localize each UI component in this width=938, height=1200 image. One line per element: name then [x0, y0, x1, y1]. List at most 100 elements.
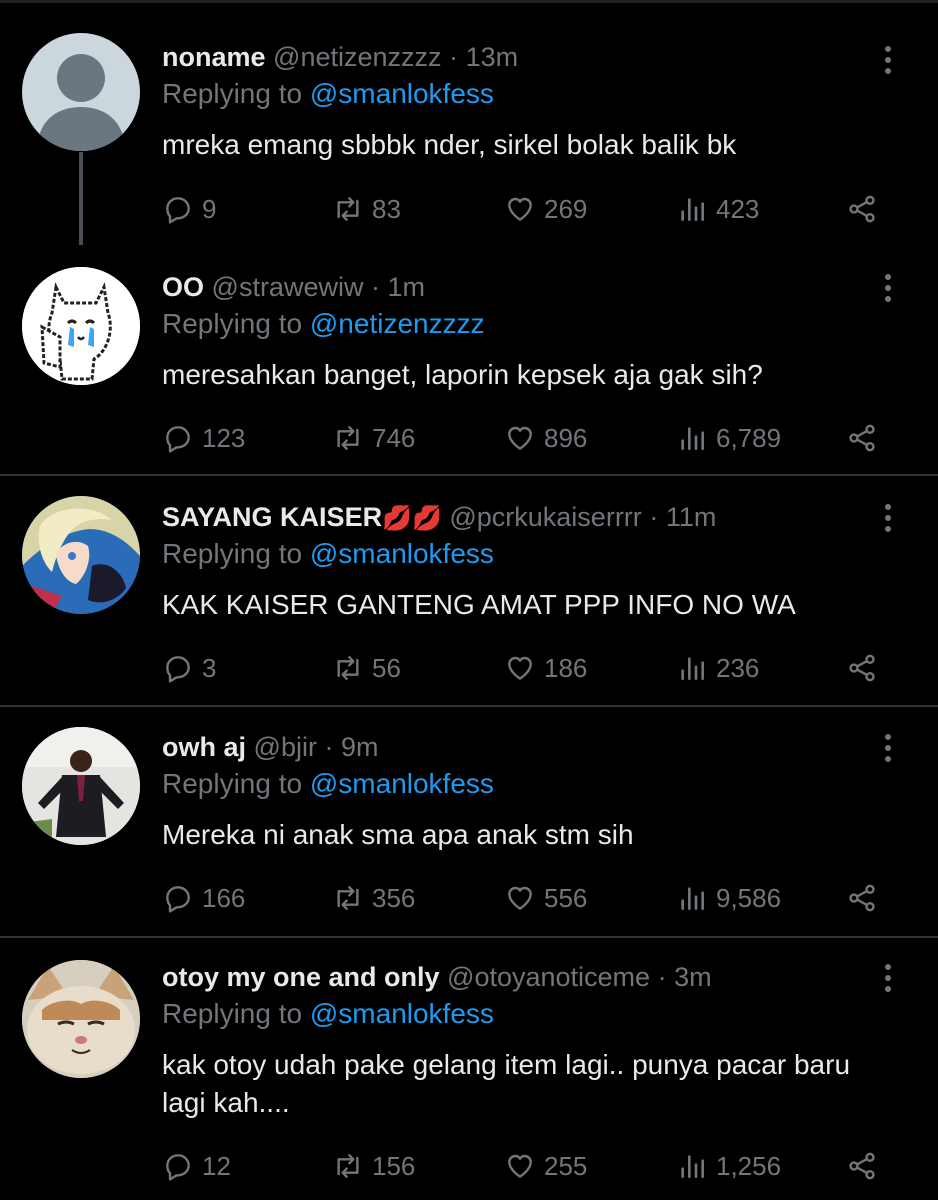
heart-icon [508, 656, 532, 680]
action-bar: 9 83 269 423 [162, 189, 902, 229]
replying-to-label: Replying to [162, 998, 303, 1029]
views-button[interactable]: 9,586 [676, 878, 781, 918]
retweet-button[interactable]: 83 [332, 189, 401, 229]
like-button[interactable]: 556 [504, 878, 587, 918]
retweet-button[interactable]: 56 [332, 648, 401, 688]
retweet-button[interactable]: 746 [332, 418, 415, 458]
more-options-icon[interactable] [876, 500, 900, 534]
avatar[interactable] [22, 727, 140, 845]
share-icon [849, 884, 875, 912]
share-button[interactable] [846, 878, 878, 918]
man-in-suit-avatar-icon [22, 727, 140, 845]
views-icon [681, 427, 704, 450]
reply-button[interactable]: 9 [162, 189, 216, 229]
reply-count: 3 [202, 652, 217, 683]
separator-dot: · [449, 42, 459, 72]
tweet-header: otoy my one and only @otoyanoticeme · 3m [162, 960, 712, 994]
tweet[interactable]: OO @strawewiw · 1m Replying to @netizenz… [0, 245, 938, 475]
heart-icon [508, 426, 532, 450]
replying-to: Replying to @smanlokfess [162, 76, 494, 112]
replying-to-mention[interactable]: @smanlokfess [310, 78, 494, 109]
more-options-icon[interactable] [876, 730, 900, 764]
like-count: 896 [544, 422, 588, 453]
views-icon [681, 657, 704, 680]
more-options-icon[interactable] [876, 42, 900, 76]
avatar[interactable] [22, 33, 140, 151]
views-button[interactable]: 423 [676, 189, 759, 229]
share-button[interactable] [846, 1146, 878, 1186]
reply-button[interactable]: 3 [162, 648, 216, 688]
retweet-count: 746 [372, 422, 416, 453]
user-handle[interactable]: @otoyanoticeme [447, 962, 650, 992]
reply-button[interactable]: 123 [162, 418, 245, 458]
like-count: 556 [544, 882, 588, 913]
display-name[interactable]: SAYANG KAISER [162, 502, 382, 532]
share-button[interactable] [846, 189, 878, 229]
views-button[interactable]: 6,789 [676, 418, 781, 458]
reply-icon [166, 197, 190, 224]
separator-dot: · [649, 502, 659, 532]
user-handle[interactable]: @netizenzzzz [273, 42, 441, 72]
tweet-text: mreka emang sbbbk nder, sirkel bolak bal… [162, 129, 737, 160]
display-name[interactable]: noname [162, 42, 266, 72]
replying-to-mention[interactable]: @smanlokfess [310, 768, 494, 799]
more-options-icon[interactable] [876, 960, 900, 994]
action-bar: 12 156 255 1,256 [162, 1146, 902, 1186]
tweet[interactable]: otoy my one and only @otoyanoticeme · 3m… [0, 938, 938, 1200]
reply-icon [166, 1154, 190, 1181]
more-options-icon[interactable] [876, 270, 900, 304]
reply-button[interactable]: 12 [162, 1146, 231, 1186]
retweet-icon [337, 1154, 359, 1178]
timestamp[interactable]: 11m [666, 502, 717, 532]
retweet-button[interactable]: 156 [332, 1146, 415, 1186]
cat-face-avatar-icon [22, 960, 140, 1078]
tweet[interactable]: noname @netizenzzzz · 13m Replying to @s… [0, 0, 938, 245]
display-name[interactable]: OO [162, 272, 204, 302]
replying-to-mention[interactable]: @smanlokfess [310, 998, 494, 1029]
share-icon [849, 424, 875, 452]
views-button[interactable]: 236 [676, 648, 759, 688]
tweet[interactable]: SAYANG KAISER💋💋 @pcrkukaiserrrr · 11m Re… [0, 476, 938, 706]
like-button[interactable]: 269 [504, 189, 587, 229]
like-button[interactable]: 255 [504, 1146, 587, 1186]
heart-icon [508, 197, 532, 221]
replying-to-mention[interactable]: @netizenzzzz [310, 308, 485, 339]
avatar[interactable] [22, 960, 140, 1078]
views-icon [681, 198, 704, 221]
share-button[interactable] [846, 418, 878, 458]
user-handle[interactable]: @strawewiw [212, 272, 364, 302]
reply-icon [166, 886, 190, 913]
like-count: 269 [544, 193, 588, 224]
replying-to-label: Replying to [162, 768, 303, 799]
tweet[interactable]: owh aj @bjir · 9m Replying to @smanlokfe… [0, 707, 938, 937]
tweet-header: SAYANG KAISER💋💋 @pcrkukaiserrrr · 11m [162, 500, 716, 536]
thread-line [79, 152, 83, 245]
action-bar: 3 56 186 236 [162, 648, 902, 688]
avatar[interactable] [22, 267, 140, 385]
retweet-icon [337, 886, 359, 910]
avatar[interactable] [22, 496, 140, 614]
like-button[interactable]: 896 [504, 418, 587, 458]
views-button[interactable]: 1,256 [676, 1146, 781, 1186]
retweet-count: 83 [372, 193, 401, 224]
timestamp[interactable]: 3m [674, 962, 712, 992]
like-button[interactable]: 186 [504, 648, 587, 688]
tweet-header: owh aj @bjir · 9m [162, 730, 379, 764]
timestamp[interactable]: 9m [341, 732, 379, 762]
default-profile-icon [37, 54, 125, 151]
user-handle[interactable]: @bjir [254, 732, 317, 762]
timestamp[interactable]: 13m [466, 42, 519, 72]
user-handle[interactable]: @pcrkukaiserrrr [449, 502, 641, 532]
replying-to-label: Replying to [162, 78, 303, 109]
reply-icon [166, 426, 190, 453]
reply-count: 123 [202, 422, 246, 453]
reply-button[interactable]: 166 [162, 878, 245, 918]
share-icon [849, 195, 875, 223]
display-name[interactable]: otoy my one and only [162, 962, 440, 992]
retweet-button[interactable]: 356 [332, 878, 415, 918]
display-name[interactable]: owh aj [162, 732, 246, 762]
share-button[interactable] [846, 648, 878, 688]
timestamp[interactable]: 1m [388, 272, 426, 302]
replying-to-mention[interactable]: @smanlokfess [310, 538, 494, 569]
retweet-icon [337, 197, 359, 221]
